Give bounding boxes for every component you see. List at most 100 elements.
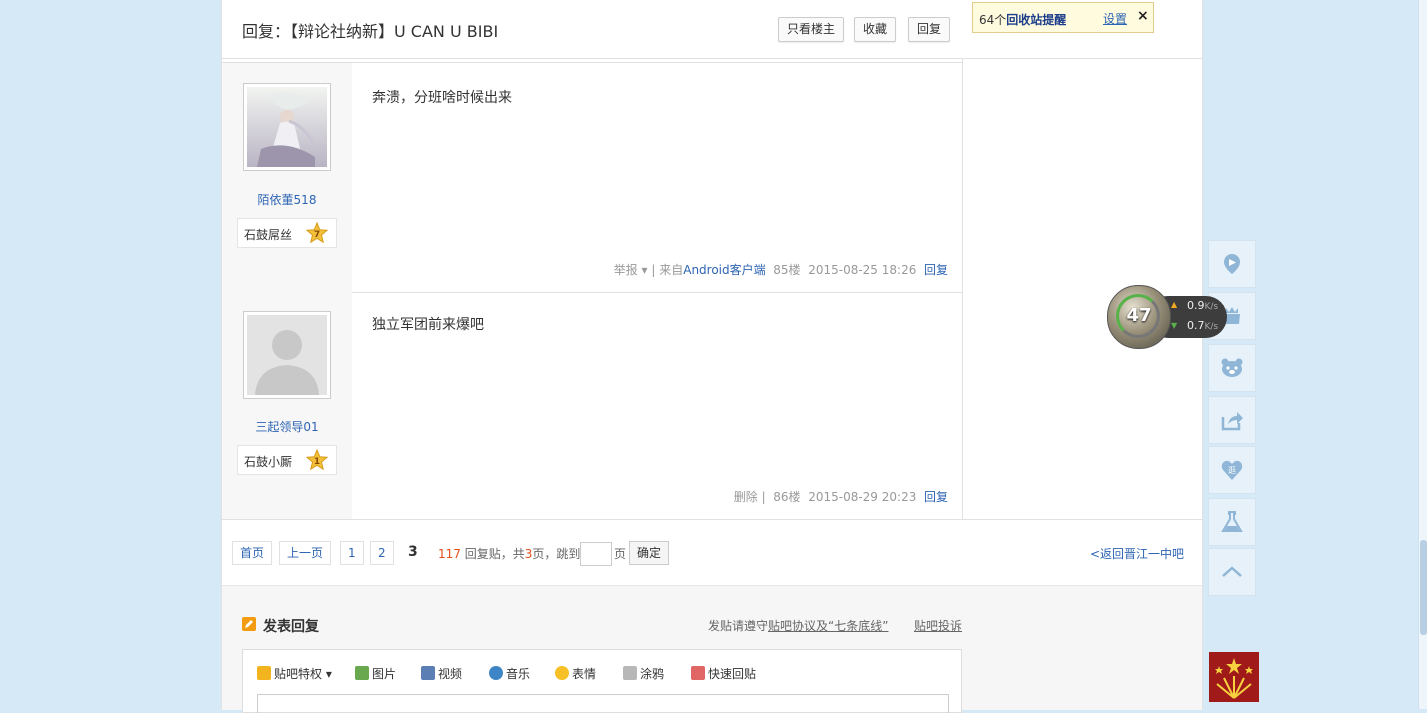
post-reply-link[interactable]: 回复 (924, 263, 948, 277)
reply-button[interactable]: 回复 (908, 17, 951, 42)
bear-icon (1221, 358, 1243, 377)
avatar[interactable] (243, 311, 331, 399)
pages-text: 页，跳到 (532, 547, 581, 561)
pencil-icon (242, 617, 256, 631)
fireworks-badge[interactable] (1209, 652, 1259, 702)
flask-button[interactable] (1208, 498, 1256, 546)
upload-value: 0.9 (1187, 299, 1205, 312)
post-content: 独立军团前来爆吧 (372, 317, 484, 333)
settings-link[interactable]: 设置 (1103, 10, 1127, 27)
smiley-icon (555, 666, 569, 680)
jump-page-input[interactable] (580, 542, 612, 566)
reply-section: 发表回复 发贴请遵守贴吧协议及“七条底线” 贴吧投诉 贴吧特权 ▾ 图片 视频 … (222, 585, 1202, 713)
post-time: 2015-08-25 18:26 (808, 263, 917, 277)
music-icon (489, 666, 503, 680)
heart-icon: 逛 (1221, 460, 1243, 480)
post-meta: 删除 | 86楼 2015-08-29 20:23 回复 (734, 488, 948, 505)
download-unit: K/s (1204, 322, 1219, 332)
level-number: 7 (314, 230, 320, 240)
share-button[interactable] (1208, 396, 1256, 444)
confirm-jump-button[interactable]: 确定 (629, 541, 670, 565)
fireworks-icon (1215, 658, 1253, 699)
page-unit: 页 (614, 547, 627, 561)
username[interactable]: 三起领导01 (222, 418, 352, 435)
back-to-forum-link[interactable]: <返回晋江一中吧 (1090, 545, 1184, 562)
total-posts: 117 (438, 547, 461, 561)
level-number: 1 (314, 457, 320, 467)
chevron-down-icon[interactable]: ▾ (642, 263, 648, 277)
user-badge[interactable]: 石鼓小厮 1 (237, 445, 337, 475)
privilege-label: 贴吧特权 (274, 667, 323, 681)
speed-gauge: 47 (1107, 285, 1171, 349)
recycle-link[interactable]: 回收站提醒 (1006, 13, 1066, 27)
emoji-label: 表情 (572, 667, 597, 681)
flask-icon (1221, 511, 1243, 532)
page-summary: 117 回复贴，共3页，跳到 (438, 545, 580, 562)
image-button[interactable]: 图片 (355, 665, 396, 681)
upload-arrow-icon: ▲ (1171, 300, 1178, 309)
video-label: 视频 (438, 667, 463, 681)
pagination: 首页 上一页 1 2 3 117 回复贴，共3页，跳到 页 确定 <返回晋江一中… (222, 519, 1202, 585)
doodle-button[interactable]: 涂鸦 (623, 665, 664, 681)
emoji-button[interactable]: 表情 (555, 665, 596, 681)
default-avatar-icon (247, 315, 327, 395)
music-label: 音乐 (506, 667, 531, 681)
post-86: 三起领导01 石鼓小厮 1 独立军团前来爆吧 删除 | 86楼 2015-08-… (222, 292, 962, 520)
separator: | (761, 490, 766, 504)
download-arrow-icon: ▼ (1171, 321, 1178, 330)
bear-button[interactable] (1208, 344, 1256, 392)
gauge-percent: 47 (1126, 305, 1152, 326)
crown-icon (257, 666, 271, 680)
reply-textarea[interactable] (257, 694, 949, 713)
post-author-panel: 三起领导01 石鼓小厮 1 (222, 292, 352, 519)
username[interactable]: 陌依董518 (222, 191, 352, 208)
editor-toolbar: 贴吧特权 ▾ 图片 视频 音乐 表情 涂鸦 快速回贴 (242, 649, 962, 713)
location-button[interactable] (1208, 240, 1256, 288)
collect-button[interactable]: 收藏 (854, 17, 897, 42)
heart-button[interactable]: 逛 (1208, 446, 1256, 494)
download-speed: 0.7K/s (1187, 319, 1218, 332)
current-page: 3 (408, 544, 418, 560)
image-label: 图片 (372, 667, 397, 681)
video-button[interactable]: 视频 (421, 665, 462, 681)
column-divider (962, 58, 963, 519)
main-content: 回复：【辩论社纳新】U CAN U BIBI 只看楼主 收藏 回复 陌依董518… (221, 0, 1203, 713)
prev-page-button[interactable]: 上一页 (279, 541, 332, 565)
source-prefix: | 来自 (651, 263, 684, 277)
close-icon[interactable]: × (1137, 8, 1149, 24)
page-2-button[interactable]: 2 (370, 541, 394, 565)
first-page-button[interactable]: 首页 (232, 541, 273, 565)
badge-label: 石鼓屌丝 (244, 228, 293, 242)
scrollbar-thumb[interactable] (1420, 540, 1427, 635)
music-button[interactable]: 音乐 (489, 665, 530, 681)
avatar[interactable] (243, 83, 331, 171)
back-to-top-button[interactable] (1208, 548, 1256, 596)
source-link[interactable]: Android客户端 (683, 263, 765, 277)
report-link[interactable]: 举报 (614, 263, 638, 277)
recycle-reminder: 64个回收站提醒 设置 × (972, 2, 1154, 33)
post-85: 陌依董518 石鼓屌丝 7 奔溃，分班啥时候出来 举报 ▾ | 来自Androi… (222, 62, 962, 293)
floor-number: 85楼 (773, 263, 801, 277)
post-author-panel: 陌依董518 石鼓屌丝 7 (222, 63, 352, 292)
upload-unit: K/s (1204, 302, 1219, 312)
network-speed-widget[interactable]: 47 ▲ 0.9K/s ▼ 0.7K/s (1107, 285, 1227, 349)
posts-text: 回复贴，共 (464, 547, 525, 561)
level-star-icon: 7 (306, 222, 328, 244)
upload-speed: 0.9K/s (1187, 299, 1218, 312)
download-value: 0.7 (1187, 319, 1205, 332)
delete-link[interactable]: 删除 (734, 490, 758, 504)
post-content: 奔溃，分班啥时候出来 (372, 90, 512, 106)
privilege-button[interactable]: 贴吧特权 ▾ (257, 665, 332, 681)
rules-link[interactable]: 贴吧协议及“七条底线” (768, 619, 888, 633)
rocket-icon (691, 666, 705, 680)
scrollbar-track[interactable] (1418, 0, 1427, 709)
back-to-top-icon (1222, 566, 1242, 577)
quick-reply-button[interactable]: 快速回贴 (691, 665, 756, 681)
page-1-button[interactable]: 1 (340, 541, 364, 565)
post-reply-link[interactable]: 回复 (924, 490, 948, 504)
avatar-image (247, 87, 327, 167)
only-op-button[interactable]: 只看楼主 (778, 17, 845, 42)
complaint-link[interactable]: 贴吧投诉 (914, 617, 962, 634)
share-icon (1221, 412, 1243, 431)
user-badge[interactable]: 石鼓屌丝 7 (237, 218, 337, 248)
